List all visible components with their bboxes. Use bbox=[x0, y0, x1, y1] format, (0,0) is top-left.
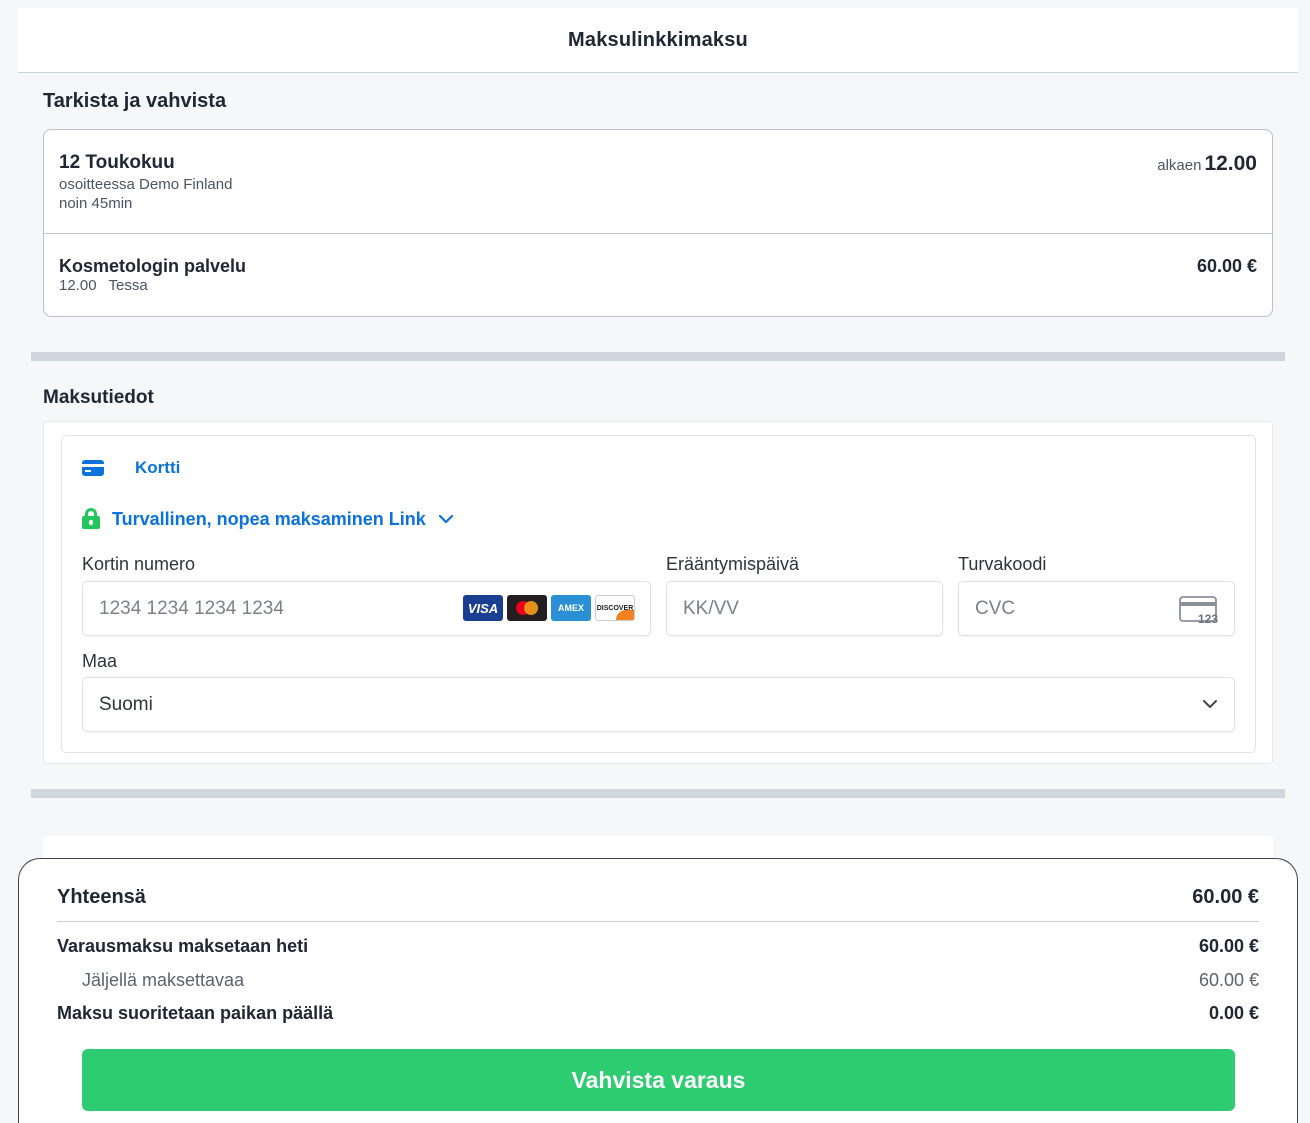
section-divider bbox=[31, 352, 1285, 361]
deposit-label: Varausmaksu maksetaan heti bbox=[57, 936, 309, 956]
appointment-start: alkaen 12.00 bbox=[1157, 152, 1257, 176]
service-time: 12.00 bbox=[59, 277, 97, 294]
credit-card-icon bbox=[82, 460, 104, 476]
total-label: Yhteensä bbox=[57, 886, 146, 908]
payment-form: Kortti Turvallinen, nopea maksaminen Lin… bbox=[61, 435, 1256, 753]
expiry-input[interactable]: KK/VV bbox=[666, 581, 943, 636]
remaining-row: Jäljellä maksettavaa 60.00 € bbox=[57, 970, 1259, 991]
amex-icon: AMEX bbox=[551, 595, 591, 621]
service-name: Kosmetologin palvelu bbox=[59, 256, 247, 276]
onsite-value: 0.00 € bbox=[1208, 1003, 1259, 1023]
cvc-input[interactable]: CVC 123 bbox=[958, 581, 1235, 636]
service-price: 60.00 € bbox=[1196, 256, 1257, 276]
remaining-label: Jäljellä maksettavaa bbox=[82, 970, 245, 990]
service-meta: 12.00 Tessa bbox=[59, 277, 148, 294]
lock-icon bbox=[82, 508, 100, 530]
review-card: 12 Toukokuu osoitteessa Demo Finland noi… bbox=[43, 129, 1273, 317]
confirm-booking-button[interactable]: Vahvista varaus bbox=[82, 1049, 1235, 1111]
tab-card[interactable]: Kortti bbox=[82, 458, 180, 478]
total-row: Yhteensä 60.00 € bbox=[57, 886, 1259, 909]
summary-divider bbox=[57, 921, 1259, 922]
deposit-row: Varausmaksu maksetaan heti 60.00 € bbox=[57, 936, 1259, 957]
page-header: Maksulinkkimaksu bbox=[18, 8, 1298, 73]
payment-section-title: Maksutiedot bbox=[43, 387, 154, 408]
appointment-address: osoitteessa Demo Finland bbox=[59, 176, 233, 193]
start-label: alkaen bbox=[1157, 157, 1202, 174]
expiry-placeholder: KK/VV bbox=[683, 597, 739, 619]
mastercard-icon bbox=[507, 595, 547, 621]
svg-text:123: 123 bbox=[1198, 612, 1218, 624]
page-title: Maksulinkkimaksu bbox=[568, 28, 748, 51]
total-value: 60.00 € bbox=[1192, 886, 1259, 908]
onsite-row: Maksu suoritetaan paikan päällä 0.00 € bbox=[57, 1003, 1259, 1024]
service-staff: Tessa bbox=[108, 277, 148, 294]
cvc-label: Turvakoodi bbox=[958, 554, 1047, 574]
cvc-card-icon: 123 bbox=[1179, 596, 1218, 624]
appointment-duration: noin 45min bbox=[59, 195, 133, 212]
card-number-label: Kortin numero bbox=[82, 554, 196, 574]
card-brands: VISA AMEX DISCOVER bbox=[463, 595, 635, 621]
remaining-value: 60.00 € bbox=[1198, 970, 1259, 990]
review-section-title: Tarkista ja vahvista bbox=[43, 90, 227, 112]
link-payment-toggle[interactable]: Turvallinen, nopea maksaminen Link bbox=[82, 508, 454, 530]
tab-card-label: Kortti bbox=[135, 458, 181, 477]
deposit-value: 60.00 € bbox=[1198, 936, 1259, 956]
expiry-label: Erääntymispäivä bbox=[666, 554, 800, 574]
country-value: Suomi bbox=[99, 693, 153, 715]
discover-icon: DISCOVER bbox=[595, 595, 635, 621]
summary-panel: Yhteensä 60.00 € Varausmaksu maksetaan h… bbox=[18, 858, 1298, 1123]
visa-icon: VISA bbox=[463, 595, 503, 621]
payment-card: Kortti Turvallinen, nopea maksaminen Lin… bbox=[43, 421, 1273, 764]
chevron-down-icon bbox=[438, 514, 453, 524]
card-number-input[interactable]: 1234 1234 1234 1234 VISA AMEX DISCOVER bbox=[82, 581, 651, 636]
card-number-placeholder: 1234 1234 1234 1234 bbox=[99, 597, 284, 619]
onsite-label: Maksu suoritetaan paikan päällä bbox=[57, 1003, 334, 1023]
chevron-down-icon bbox=[1203, 700, 1217, 708]
cvc-placeholder: CVC bbox=[975, 597, 1016, 619]
section-divider bbox=[31, 789, 1285, 798]
appointment-row: 12 Toukokuu osoitteessa Demo Finland noi… bbox=[44, 130, 1272, 234]
country-select[interactable]: Suomi bbox=[82, 677, 1235, 732]
link-payment-label: Turvallinen, nopea maksaminen Link bbox=[112, 508, 426, 529]
start-time: 12.00 bbox=[1204, 152, 1257, 175]
appointment-date: 12 Toukokuu bbox=[59, 152, 175, 173]
payment-page: Maksulinkkimaksu Tarkista ja vahvista 12… bbox=[18, 8, 1298, 1123]
country-label: Maa bbox=[82, 651, 118, 671]
